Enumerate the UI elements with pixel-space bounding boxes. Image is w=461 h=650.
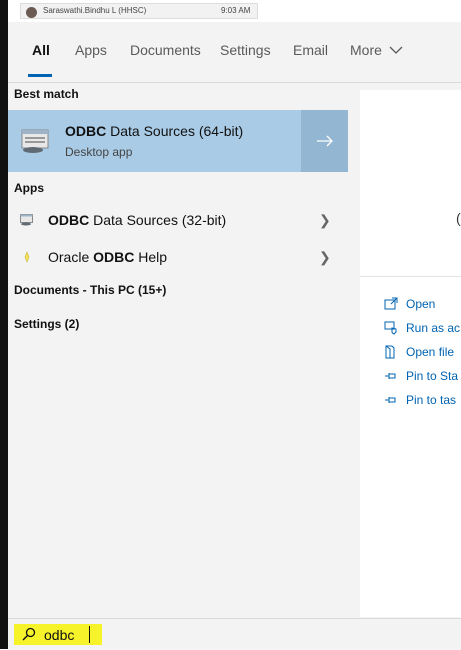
pin-icon [385, 397, 396, 403]
tab-apps[interactable]: Apps [75, 42, 107, 58]
preview-pane: ( Open Run as ac Open file Pin to Sta Pi… [360, 90, 461, 617]
preview-divider [360, 276, 461, 277]
chevron-down-icon [389, 46, 403, 54]
section-apps: Apps [14, 181, 44, 195]
app-item-label-pre: Oracle [48, 249, 94, 265]
preview-title-fragment: ( [456, 210, 461, 226]
active-tab-indicator [28, 74, 52, 77]
open-icon [384, 297, 398, 310]
open-details-button[interactable] [301, 110, 348, 172]
text-caret [89, 626, 90, 643]
help-file-icon [24, 251, 30, 263]
app-item-label: ODBC Data Sources (32-bit) [48, 212, 226, 228]
app-item-label-rest: Help [134, 249, 168, 265]
action-run-as-admin[interactable]: Run as ac [360, 318, 461, 340]
notification-user: Saraswathi.Bindhu L (HHSC) [43, 6, 147, 15]
best-match-title-rest: Data Sources (64-bit) [106, 123, 244, 139]
action-label: Run as ac [406, 321, 461, 335]
tab-settings[interactable]: Settings [220, 42, 271, 58]
pin-icon [385, 373, 396, 379]
action-label: Pin to tas [406, 393, 457, 407]
search-panel: All Apps Documents Settings Email More B… [8, 22, 461, 649]
odbc-app-icon [20, 214, 33, 226]
chevron-right-icon[interactable]: ❯ [319, 249, 331, 266]
app-item-label-bold: ODBC [93, 249, 135, 265]
app-item-label-bold: ODBC [48, 212, 90, 228]
filter-tabs: All Apps Documents Settings Email More [8, 22, 461, 82]
window-left-edge [0, 0, 8, 649]
section-best-match: Best match [14, 87, 79, 101]
tab-all[interactable]: All [32, 42, 50, 58]
best-match-title: ODBC Data Sources (64-bit) [65, 123, 243, 139]
section-settings[interactable]: Settings (2) [14, 317, 79, 331]
tab-documents[interactable]: Documents [130, 42, 201, 58]
tab-email[interactable]: Email [293, 42, 328, 58]
notification-strip: Saraswathi.Bindhu L (HHSC) 9:03 AM [8, 0, 461, 22]
action-pin-to-taskbar[interactable]: Pin to tas [360, 390, 461, 412]
best-match-title-bold: ODBC [65, 123, 107, 139]
search-input[interactable]: odbc [44, 627, 74, 643]
action-pin-to-start[interactable]: Pin to Sta [360, 366, 461, 388]
action-label: Pin to Sta [406, 369, 459, 383]
open-file-location-icon [385, 345, 395, 359]
tab-more-label: More [350, 42, 382, 58]
search-icon [22, 627, 36, 641]
action-label: Open [406, 297, 436, 311]
app-item-label-rest: Data Sources (32-bit) [89, 212, 227, 228]
tab-more[interactable]: More [350, 42, 403, 58]
section-documents[interactable]: Documents - This PC (15+) [14, 283, 166, 297]
app-item-odbc-32[interactable]: ODBC Data Sources (32-bit) ❯ [8, 203, 348, 237]
best-match-item[interactable]: ODBC Data Sources (64-bit) Desktop app [8, 110, 348, 172]
results-list: Best match ODBC Data Sources (64-bit) De… [8, 83, 348, 629]
arrow-right-icon [316, 135, 333, 147]
best-match-subtitle: Desktop app [65, 145, 133, 159]
action-open[interactable]: Open [360, 294, 461, 316]
action-open-file-location[interactable]: Open file [360, 342, 461, 364]
notification-time: 9:03 AM [221, 6, 251, 15]
action-label: Open file [406, 345, 455, 359]
app-item-oracle-odbc-help[interactable]: Oracle ODBC Help ❯ [8, 240, 348, 274]
avatar [26, 7, 37, 18]
chevron-right-icon[interactable]: ❯ [319, 212, 331, 229]
odbc-app-icon [21, 129, 49, 153]
app-item-label: Oracle ODBC Help [48, 249, 167, 265]
search-box[interactable]: odbc [8, 618, 461, 650]
run-as-admin-icon [384, 321, 397, 335]
